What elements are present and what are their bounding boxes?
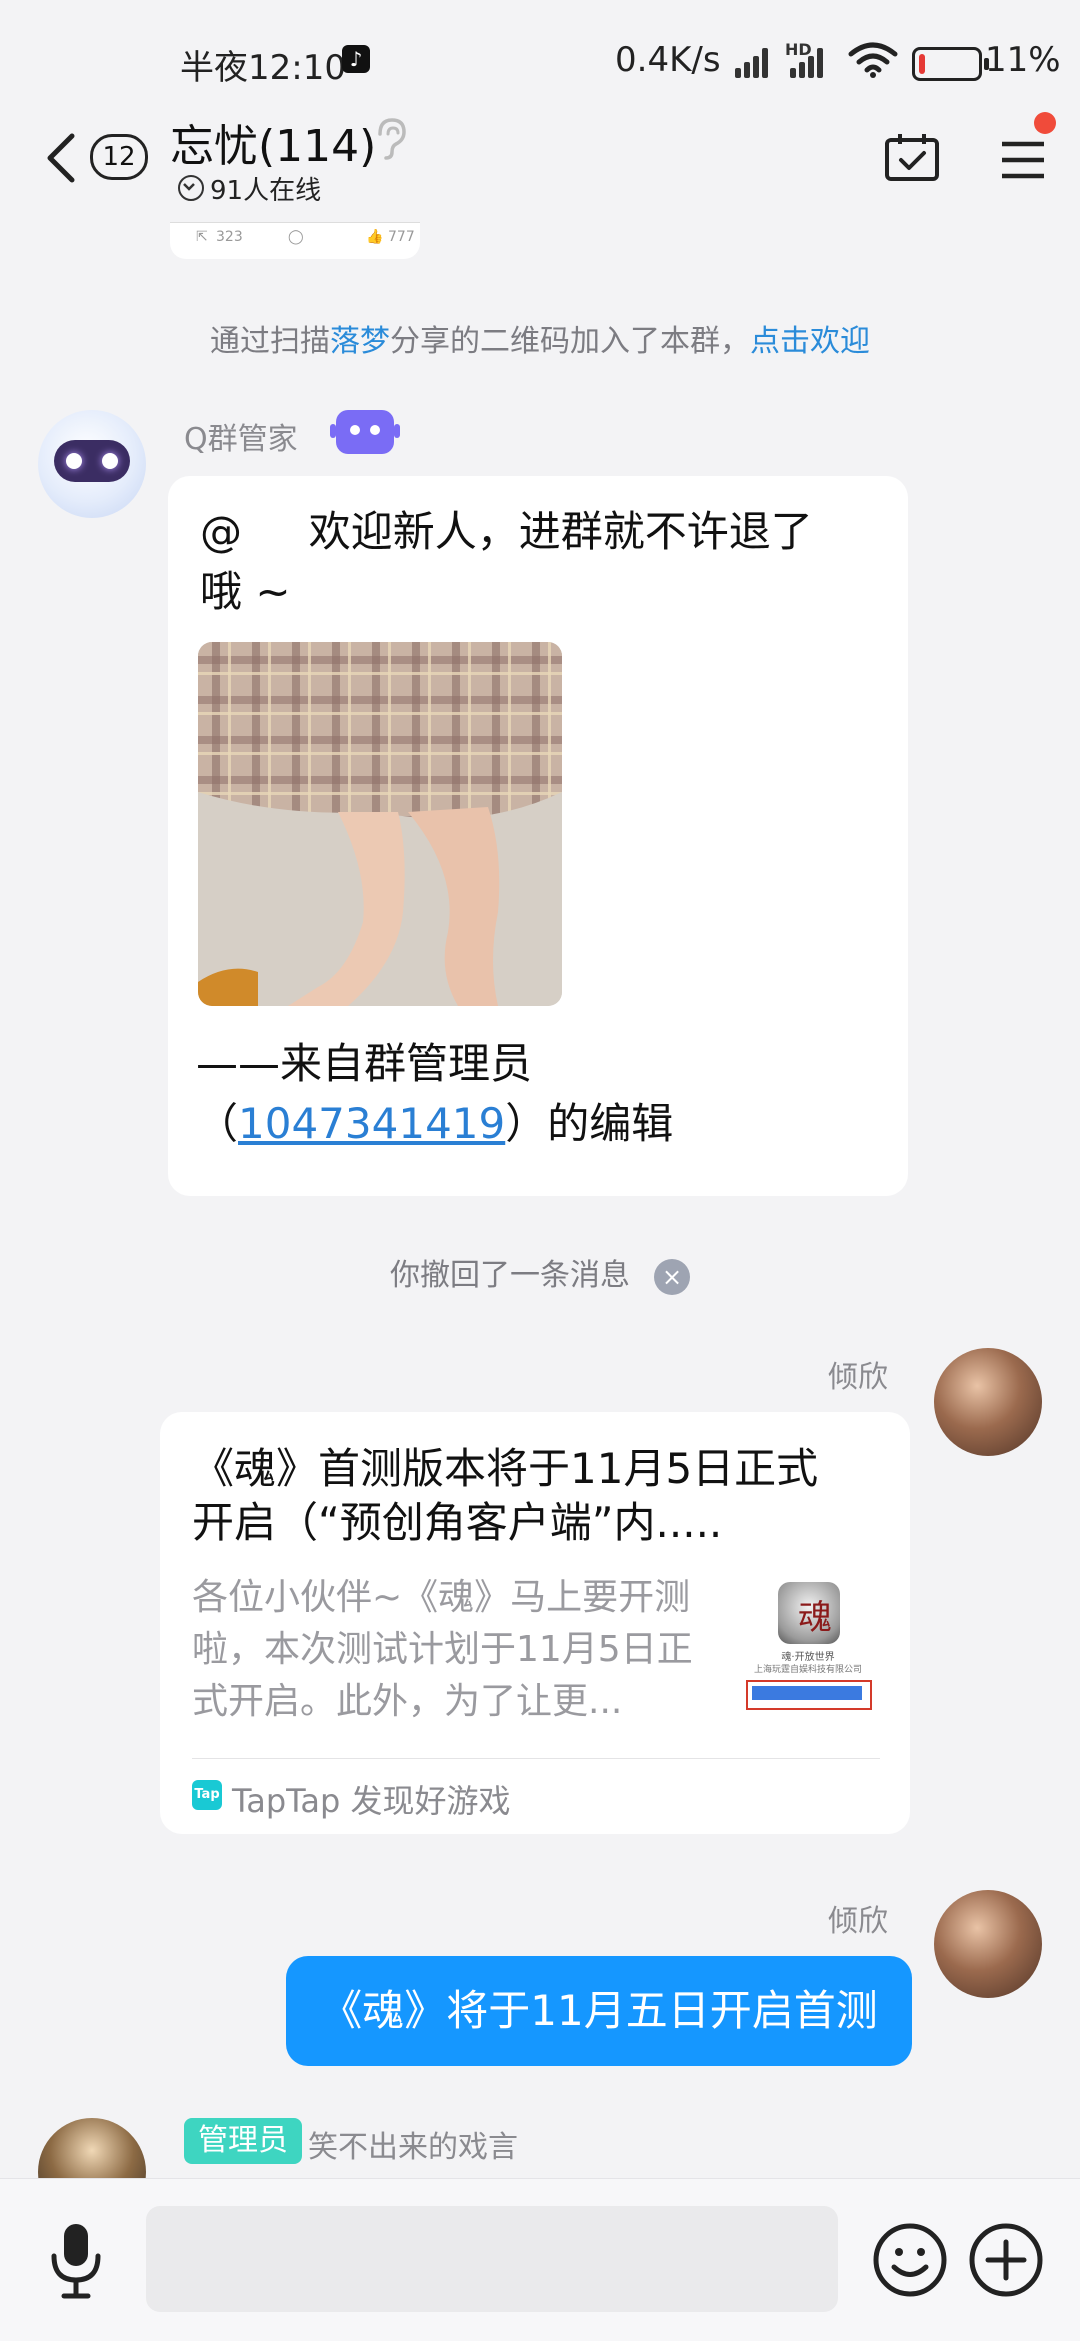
emoji-icon[interactable]: [872, 2222, 948, 2298]
bot-message-footer-line1: ——来自群管理员: [196, 1039, 533, 1088]
comment-icon: ◯: [288, 229, 304, 245]
status-time: 半夜12:10: [180, 48, 346, 88]
bot-avatar[interactable]: [38, 410, 146, 518]
share-card-title-line1: 《魂》首测版本将于11月5日正式: [192, 1444, 819, 1493]
admin-id-link[interactable]: 1047341419: [238, 1099, 505, 1148]
share-count: 323: [216, 229, 243, 245]
welcome-image[interactable]: [198, 642, 562, 1006]
share-card-thumbnail: 魂 魂·开放世界 上海玩霆自娱科技有限公司: [738, 1572, 878, 1720]
close-icon[interactable]: ×: [654, 1258, 690, 1295]
battery-icon: [912, 47, 989, 81]
calendar-check-icon[interactable]: [884, 132, 940, 182]
battery-percent: 11%: [985, 40, 1061, 80]
back-arrow-icon[interactable]: [38, 130, 84, 186]
share-icon: ⇱: [196, 229, 208, 245]
bot-sender-name[interactable]: Q群管家: [184, 414, 298, 458]
welcome-link[interactable]: 点击欢迎: [750, 324, 870, 359]
bot-message-line2: 哦 ~: [200, 567, 291, 616]
message-input[interactable]: [146, 2206, 838, 2312]
chevron-down-circle-icon[interactable]: [178, 175, 204, 201]
joiner-name-link[interactable]: 落梦: [330, 324, 390, 359]
bot-message-footer-line2: （1047341419）的编辑: [196, 1094, 673, 1154]
menu-icon[interactable]: [1000, 140, 1046, 180]
plus-icon[interactable]: [968, 2222, 1044, 2298]
share-card-desc-line3: 式开启。此外，为了让更...: [192, 1681, 623, 1722]
thumb-company: 上海玩霆自娱科技有限公司: [753, 1665, 862, 1675]
text-sender-name[interactable]: 倾欣: [828, 1896, 888, 1940]
like-count: 777: [388, 229, 415, 245]
outgoing-text-bubble[interactable]: 《魂》将于11月五日开启首测: [286, 1956, 912, 2066]
like-icon: 👍: [366, 229, 384, 245]
share-sender-name[interactable]: 倾欣: [828, 1352, 888, 1396]
taptap-logo: Tap: [192, 1780, 222, 1810]
ear-icon[interactable]: [370, 116, 410, 160]
notification-dot: [1034, 112, 1056, 134]
join-notice-prefix: 通过扫描: [210, 324, 330, 359]
user-avatar[interactable]: [934, 1348, 1042, 1456]
user-avatar-2[interactable]: [934, 1890, 1042, 1998]
share-card-source: TapTap 发现好游戏: [232, 1782, 511, 1820]
online-count[interactable]: 91人在线: [210, 170, 321, 207]
signal-2-icon: [790, 44, 830, 78]
share-card-title-line2: 开启（“预创角客户端”内.....: [192, 1498, 723, 1547]
admin-sender-name[interactable]: 笑不出来的戏言: [308, 2122, 518, 2166]
status-bar: 半夜12:10 ♪ 0.4K/s HD 11%: [0, 0, 1080, 120]
share-card-desc-line1: 各位小伙伴~《魂》马上要开测: [192, 1577, 691, 1618]
bot-message-line1: @ 欢迎新人，进群就不许退了: [200, 507, 813, 556]
admin-badge: 管理员: [184, 2118, 302, 2164]
partial-message-card[interactable]: ⇱ 323 ◯ 👍 777: [170, 222, 420, 259]
signal-icon: [735, 44, 775, 78]
footer-paren-open: （: [196, 1099, 239, 1148]
join-notice: 通过扫描落梦分享的二维码加入了本群，点击欢迎: [0, 316, 1080, 360]
recall-text: 你撤回了一条消息: [390, 1258, 630, 1293]
footer-suffix: ）的编辑: [505, 1099, 674, 1148]
tiktok-icon: ♪: [342, 45, 370, 73]
recall-notice: 你撤回了一条消息 ×: [0, 1250, 1080, 1295]
microphone-icon[interactable]: [48, 2220, 104, 2300]
group-title[interactable]: 忘忧(114): [170, 110, 376, 174]
join-notice-middle: 分享的二维码加入了本群，: [390, 324, 750, 359]
unread-count-badge[interactable]: 12: [90, 134, 148, 180]
thumb-caption: 魂·开放世界: [781, 1652, 835, 1663]
robot-icon: [330, 410, 400, 454]
card-divider: [192, 1758, 880, 1759]
network-speed: 0.4K/s: [615, 40, 721, 80]
wifi-icon: [848, 42, 898, 78]
share-card-desc-line2: 啦，本次测试计划于11月5日正: [192, 1629, 693, 1670]
